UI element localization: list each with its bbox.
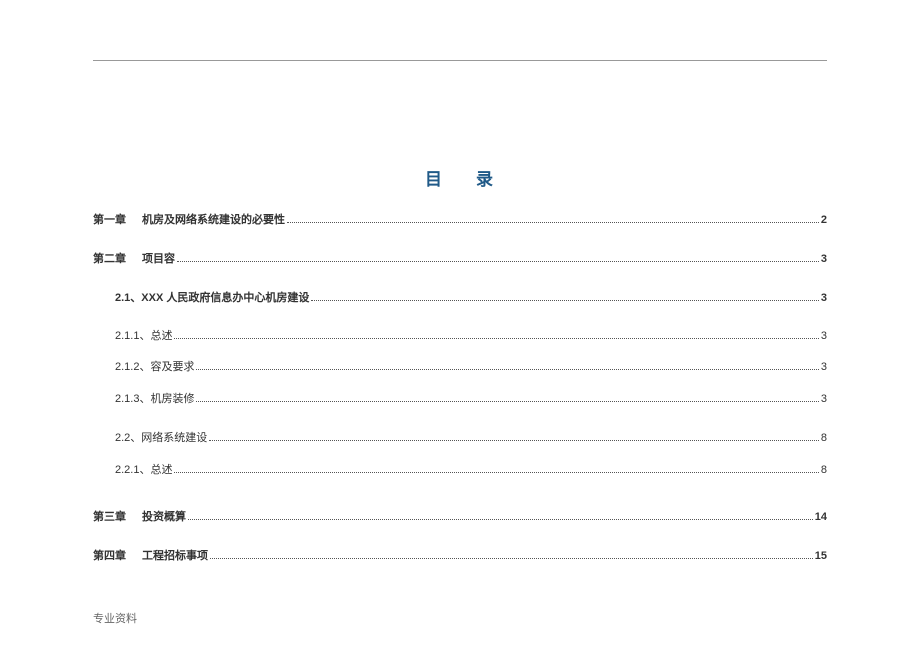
toc-leader-dots — [174, 463, 818, 473]
title-char-1: 目 — [425, 170, 444, 189]
toc-chapter-prefix: 第四章 — [93, 550, 126, 562]
toc-entry: 2.1、XXX 人民政府信息办中心机房建设 3 — [93, 289, 827, 305]
toc-chapter-prefix: 第三章 — [93, 511, 126, 523]
toc-page-number: 3 — [821, 292, 827, 304]
toc-label: 第一章 机房及网络系统建设的必要性 — [93, 211, 285, 227]
toc-leader-dots — [209, 431, 819, 441]
toc-label: 2.1.3、机房装修 — [93, 390, 194, 406]
top-divider — [93, 60, 827, 61]
toc-label: 第二章 项目容 — [93, 250, 175, 266]
toc-leader-dots — [210, 549, 813, 559]
toc-label: 第四章 工程招标事项 — [93, 547, 208, 563]
toc-chapter-prefix: 第一章 — [93, 214, 126, 226]
toc-title: 目录 — [93, 165, 827, 190]
toc-leader-dots — [188, 510, 813, 520]
toc-page-number: 3 — [821, 330, 827, 342]
toc-page-number: 14 — [815, 511, 827, 523]
toc-label: 2.2、网络系统建设 — [93, 429, 207, 445]
toc-chapter-title: 机房及网络系统建设的必要性 — [142, 214, 285, 226]
toc-entry: 第二章 项目容 3 — [93, 250, 827, 266]
toc-leader-dots — [174, 329, 818, 339]
toc-leader-dots — [177, 252, 819, 262]
toc-entry: 2.1.2、容及要求 3 — [93, 358, 827, 374]
toc-page-number: 3 — [821, 361, 827, 373]
toc-label: 2.2.1、总述 — [93, 461, 172, 477]
toc-leader-dots — [287, 213, 819, 223]
toc-leader-dots — [196, 360, 818, 370]
toc-page-number: 2 — [821, 214, 827, 226]
toc-chapter-prefix: 第二章 — [93, 253, 126, 265]
toc-entry: 第三章 投资概算 14 — [93, 508, 827, 524]
toc-page-number: 8 — [821, 432, 827, 444]
toc-page-number: 8 — [821, 464, 827, 476]
toc-entry: 2.2.1、总述 8 — [93, 461, 827, 477]
toc-entry: 2.2、网络系统建设 8 — [93, 429, 827, 445]
footer-text: 专业资料 — [93, 610, 137, 626]
toc-chapter-title: 工程招标事项 — [142, 550, 208, 562]
toc-chapter-title: 项目容 — [142, 253, 175, 265]
toc-label: 2.1.1、总述 — [93, 327, 172, 343]
toc-page-number: 15 — [815, 550, 827, 562]
toc-entry: 第四章 工程招标事项 15 — [93, 547, 827, 563]
toc-label: 2.1.2、容及要求 — [93, 358, 194, 374]
toc-leader-dots — [196, 392, 818, 402]
toc-label: 2.1、XXX 人民政府信息办中心机房建设 — [93, 289, 309, 305]
toc-page-number: 3 — [821, 253, 827, 265]
toc-entry: 2.1.3、机房装修 3 — [93, 390, 827, 406]
document-page: 目录 第一章机房及网络系统建设的必要性2第二章项目容32.1、XXX 人民政府信… — [93, 0, 827, 651]
toc-label: 第三章 投资概算 — [93, 508, 186, 524]
toc-leader-dots — [311, 291, 819, 301]
toc-chapter-title: 投资概算 — [142, 511, 186, 523]
toc-entry: 第一章 机房及网络系统建设的必要性 2 — [93, 211, 827, 227]
title-char-2: 录 — [476, 170, 495, 189]
toc-page-number: 3 — [821, 393, 827, 405]
toc-entry: 2.1.1、总述 3 — [93, 327, 827, 343]
